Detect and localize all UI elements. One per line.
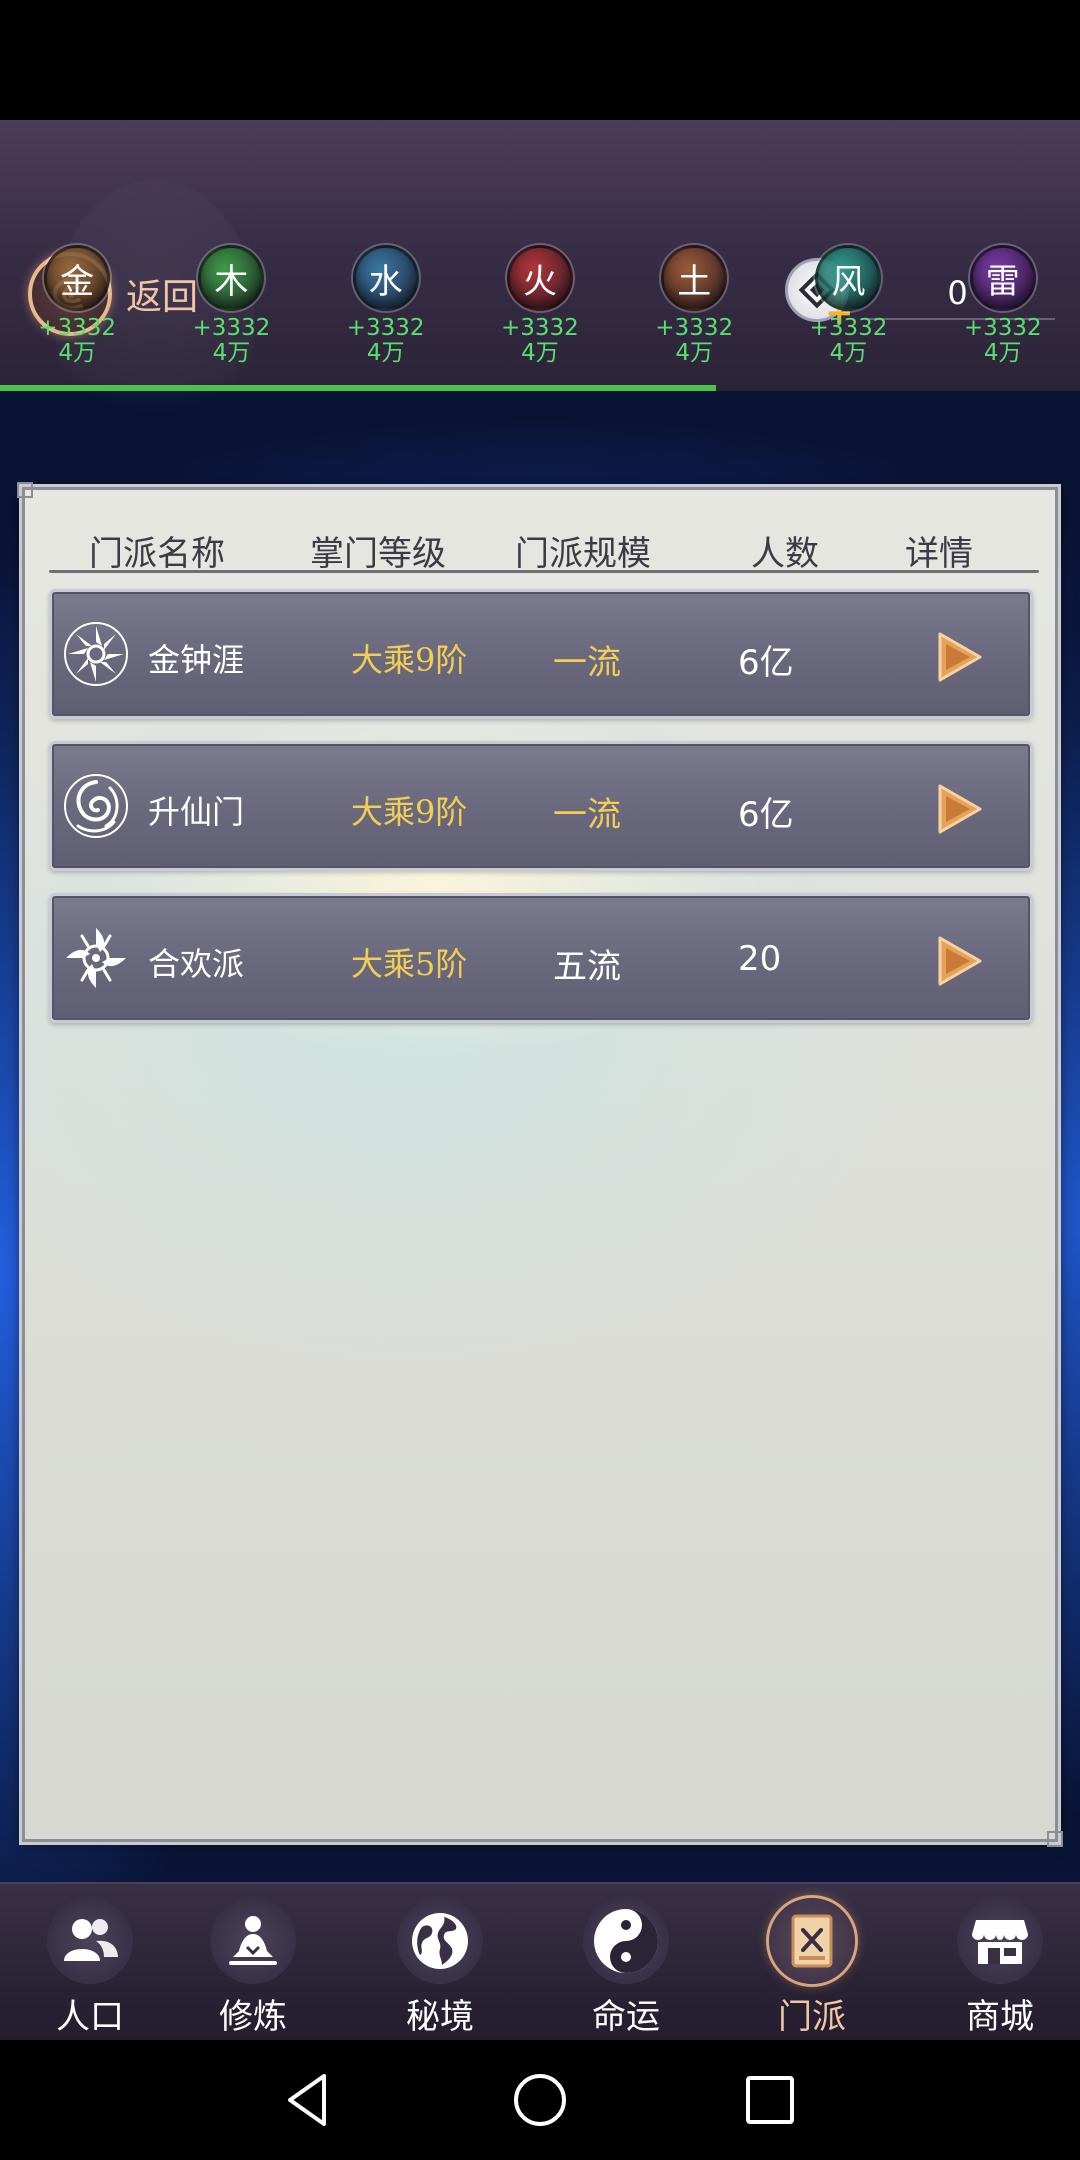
element-amount: 4万 xyxy=(58,340,96,366)
sect-leader-level: 大乘9阶 xyxy=(351,641,468,679)
column-header-sect-scale: 门派规模 xyxy=(515,534,651,574)
shop-icon xyxy=(957,1898,1043,1984)
element-rate: +3332 xyxy=(501,315,579,341)
column-header-member-count: 人数 xyxy=(751,534,819,574)
element-rate: +3332 xyxy=(346,315,425,341)
column-header-details: 详情 xyxy=(905,534,973,574)
element-amount: 4万 xyxy=(829,340,868,366)
progress-bar xyxy=(0,385,1080,391)
element-orb-icon: 土 xyxy=(661,245,728,311)
sect-name: 金钟涯 xyxy=(148,641,245,679)
element-orb-icon: 水 xyxy=(352,245,419,311)
element-amount: 4万 xyxy=(212,340,251,366)
element-resource: 金 +3332 4万 xyxy=(0,245,154,375)
table-header: 门派名称 掌门等级 门派规模 人数 详情 xyxy=(25,508,1055,578)
sect-emblem-icon xyxy=(66,928,126,988)
nav-item-secret-realm[interactable]: 秘境 xyxy=(350,1884,530,2042)
sect-leader-level: 大乘9阶 xyxy=(351,793,468,831)
system-home-icon[interactable] xyxy=(508,2068,572,2132)
nav-label-sect: 门派 xyxy=(778,1997,846,2037)
header-divider xyxy=(49,570,1039,573)
status-bar xyxy=(0,0,1080,120)
nav-label-cultivation: 修炼 xyxy=(219,1997,287,2037)
yin-yang-icon xyxy=(583,1898,669,1984)
element-rate: +3332 xyxy=(963,315,1042,341)
nav-item-sect[interactable]: 门派 xyxy=(722,1884,902,2042)
element-amount: 4万 xyxy=(983,340,1022,366)
nav-label-shop: 商城 xyxy=(966,1997,1034,2037)
sect-list-panel: 门派名称 掌门等级 门派规模 人数 详情 金钟涯 大乘9阶 一流 6亿 升仙门 … xyxy=(17,482,1063,1847)
detail-arrow-button[interactable] xyxy=(932,934,986,988)
element-orb-icon: 火 xyxy=(506,245,573,311)
sect-row[interactable]: 升仙门 大乘9阶 一流 6亿 xyxy=(49,741,1033,871)
elements-row: 金 +3332 4万木 +3332 4万水 +3332 4万火 +3332 4万土 +3332 4万… xyxy=(0,245,1080,375)
element-resource: 水 +3332 4万 xyxy=(309,245,463,375)
sect-name: 升仙门 xyxy=(148,793,245,831)
nav-item-population[interactable]: 人口 xyxy=(0,1884,180,2042)
system-navigation-bar xyxy=(0,2040,1080,2160)
bottom-navigation: 人口 修炼 秘境 命运 门派 商城 xyxy=(0,1882,1080,2040)
detail-arrow-button[interactable] xyxy=(932,630,986,684)
sect-scale: 一流 xyxy=(553,795,621,835)
element-rate: +3332 xyxy=(38,315,117,341)
element-orb-icon: 木 xyxy=(198,245,265,311)
element-rate: +3332 xyxy=(192,315,271,341)
nav-label-fate: 命运 xyxy=(592,1997,660,2037)
sect-row[interactable]: 金钟涯 大乘9阶 一流 6亿 xyxy=(49,589,1033,719)
sect-name: 合欢派 xyxy=(148,945,245,983)
sect-emblem-icon xyxy=(64,622,128,686)
sect-member-count: 6亿 xyxy=(738,643,794,683)
meditation-icon xyxy=(210,1898,296,1984)
sect-scroll-icon xyxy=(769,1898,855,1984)
element-rate: +3332 xyxy=(655,315,734,341)
nav-label-population: 人口 xyxy=(56,1997,124,2037)
system-recents-icon[interactable] xyxy=(738,2068,802,2132)
nav-item-cultivation[interactable]: 修炼 xyxy=(163,1884,343,2042)
element-amount: 4万 xyxy=(366,340,405,366)
sect-scale: 五流 xyxy=(553,947,621,987)
element-resource: 火 +3332 4万 xyxy=(463,245,617,375)
sect-emblem-icon xyxy=(64,774,128,838)
element-resource: 风 +3332 4万 xyxy=(771,245,925,375)
system-back-icon[interactable] xyxy=(276,2068,340,2132)
nav-item-shop[interactable]: 商城 xyxy=(910,1884,1080,2042)
column-header-sect-name: 门派名称 xyxy=(89,534,225,574)
detail-arrow-button[interactable] xyxy=(932,782,986,836)
element-resource: 木 +3332 4万 xyxy=(154,245,308,375)
element-orb-icon: 雷 xyxy=(969,245,1036,311)
population-icon xyxy=(47,1898,133,1984)
sect-member-count: 20 xyxy=(738,939,782,979)
sect-scale: 一流 xyxy=(553,643,621,683)
element-resource: 雷 +3332 4万 xyxy=(926,245,1080,375)
nav-label-secret-realm: 秘境 xyxy=(406,1997,474,2037)
element-amount: 4万 xyxy=(521,340,559,366)
element-orb-icon: 金 xyxy=(44,245,111,311)
progress-fill xyxy=(0,385,717,391)
sect-member-count: 6亿 xyxy=(738,795,794,835)
element-resource: 土 +3332 4万 xyxy=(617,245,771,375)
element-rate: +3332 xyxy=(809,315,888,341)
element-orb-icon: 风 xyxy=(815,245,882,311)
panel-corner-decoration xyxy=(1047,1831,1063,1847)
sect-leader-level: 大乘5阶 xyxy=(351,945,468,983)
column-header-leader-level: 掌门等级 xyxy=(310,534,446,574)
nav-item-fate[interactable]: 命运 xyxy=(536,1884,716,2042)
globe-icon xyxy=(397,1898,483,1984)
panel-corner-decoration xyxy=(17,482,33,498)
sect-row[interactable]: 合欢派 大乘5阶 五流 20 xyxy=(49,893,1033,1023)
element-amount: 4万 xyxy=(675,340,714,366)
